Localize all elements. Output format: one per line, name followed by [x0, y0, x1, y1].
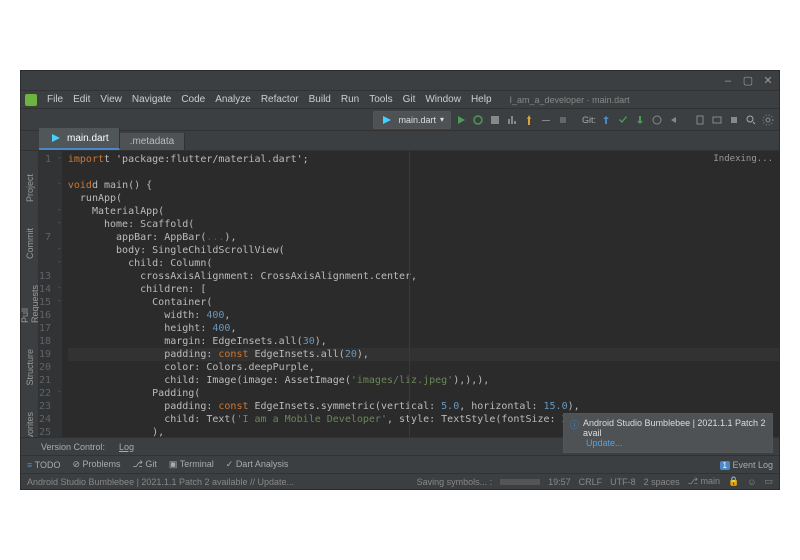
status-encoding[interactable]: UTF-8 — [610, 477, 636, 487]
tool-commit[interactable]: Commit — [24, 225, 36, 262]
menu-code[interactable]: Code — [177, 93, 209, 106]
tab-metadata[interactable]: .metadata — [120, 133, 185, 150]
status-indent[interactable]: 2 spaces — [644, 477, 680, 487]
status-saving: Saving symbols... : — [417, 477, 493, 487]
menu-view[interactable]: View — [96, 93, 126, 106]
status-branch[interactable]: ⎇ main — [688, 476, 720, 487]
debug-icon[interactable] — [471, 113, 485, 127]
vcs-tab[interactable]: Version Control: — [41, 442, 105, 452]
tool-structure[interactable]: Structure — [24, 346, 36, 389]
tool-pull-requests[interactable]: Pull Requests — [21, 282, 41, 326]
notification-title: Android Studio Bumblebee | 2021.1.1 Patc… — [583, 418, 766, 438]
tab-label: .metadata — [130, 136, 174, 147]
stop-icon[interactable] — [556, 113, 570, 127]
toolbar: main.dart ▾ Git: — [21, 109, 779, 131]
update-notification[interactable]: ⓘ Android Studio Bumblebee | 2021.1.1 Pa… — [563, 413, 773, 453]
bottom-tool-bar: ≡ TODO ⊘ Problems ⎇ Git ▣ Terminal ✓ Dar… — [21, 455, 779, 473]
vcs-commit-icon[interactable] — [616, 113, 630, 127]
minimize-icon[interactable]: – — [723, 76, 733, 86]
menu-tools[interactable]: Tools — [365, 93, 396, 106]
line-number-gutter: 1713141516171819202122232425 — [39, 151, 57, 437]
menu-refactor[interactable]: Refactor — [257, 93, 303, 106]
tool-terminal[interactable]: ▣ Terminal — [169, 459, 214, 470]
vcs-rollback-icon[interactable] — [667, 113, 681, 127]
lock-icon[interactable]: 🔒 — [728, 476, 739, 487]
status-line-sep[interactable]: CRLF — [579, 477, 603, 487]
profile-icon[interactable] — [505, 113, 519, 127]
status-message: Android Studio Bumblebee | 2021.1.1 Patc… — [27, 477, 294, 487]
dart-file-icon — [49, 131, 63, 145]
menubar: File Edit View Navigate Code Analyze Ref… — [21, 91, 779, 109]
tool-event-log[interactable]: 1 Event Log — [720, 460, 774, 470]
run-config-label: main.dart — [398, 115, 436, 125]
sdk-icon[interactable] — [710, 113, 724, 127]
menu-help[interactable]: Help — [467, 93, 496, 106]
vcs-update-icon[interactable] — [599, 113, 613, 127]
attach-icon[interactable] — [539, 113, 553, 127]
sync-icon[interactable] — [727, 113, 741, 127]
ide-window: { "menu": { "items": ["File","Edit","Vie… — [20, 70, 780, 490]
menu-build[interactable]: Build — [305, 93, 335, 106]
tool-favorites[interactable]: Favorites — [24, 409, 36, 437]
chevron-down-icon: ▾ — [440, 115, 444, 124]
menu-navigate[interactable]: Navigate — [128, 93, 175, 106]
tab-label: main.dart — [67, 133, 109, 144]
code-editor[interactable]: Indexing... 1713141516171819202122232425… — [39, 151, 779, 437]
breadcrumb: I_am_a_developer · main.dart — [506, 94, 634, 106]
close-icon[interactable]: ✕ — [763, 76, 773, 86]
menu-window[interactable]: Window — [421, 93, 465, 106]
search-icon[interactable] — [744, 113, 758, 127]
dart-icon — [380, 113, 394, 127]
maximize-icon[interactable]: ▢ — [743, 76, 753, 86]
tab-main-dart[interactable]: main.dart — [39, 128, 120, 150]
tool-problems[interactable]: ⊘ Problems — [72, 459, 120, 470]
menu-file[interactable]: File — [43, 93, 67, 106]
settings-icon[interactable] — [761, 113, 775, 127]
vcs-log-tab[interactable]: Log — [119, 442, 134, 452]
progress-bar — [500, 479, 540, 485]
app-logo-icon — [25, 94, 37, 106]
run-config-selector[interactable]: main.dart ▾ — [373, 111, 451, 129]
right-margin-line — [409, 151, 410, 437]
code-area[interactable]: importt 'package:flutter/material.dart';… — [62, 151, 779, 437]
tool-todo[interactable]: ≡ TODO — [27, 460, 60, 470]
tool-window-bar-left: Project Commit Pull Requests Structure F… — [21, 151, 39, 437]
status-bar: Android Studio Bumblebee | 2021.1.1 Patc… — [21, 473, 779, 489]
indexing-label: Indexing... — [713, 153, 773, 166]
git-label: Git: — [582, 115, 596, 125]
menu-edit[interactable]: Edit — [69, 93, 94, 106]
update-link[interactable]: Update... — [586, 438, 766, 448]
tool-project[interactable]: Project — [24, 171, 36, 205]
tool-dart-analysis[interactable]: ✓ Dart Analysis — [226, 459, 289, 470]
run-icon[interactable] — [454, 113, 468, 127]
vcs-history-icon[interactable] — [650, 113, 664, 127]
avd-icon[interactable] — [693, 113, 707, 127]
menu-git[interactable]: Git — [399, 93, 420, 106]
menu-analyze[interactable]: Analyze — [211, 93, 255, 106]
menu-run[interactable]: Run — [337, 93, 363, 106]
vcs-push-icon[interactable] — [633, 113, 647, 127]
status-caret-pos[interactable]: 19:57 — [548, 477, 571, 487]
tool-git[interactable]: ⎇ Git — [133, 459, 157, 470]
face-icon[interactable]: ☺ — [747, 477, 756, 487]
memory-icon[interactable]: ▭ — [764, 476, 773, 487]
titlebar: – ▢ ✕ — [21, 71, 779, 91]
info-icon: ⓘ — [570, 418, 579, 431]
editor-tabs: main.dart .metadata — [21, 131, 779, 151]
hot-reload-icon[interactable] — [522, 113, 536, 127]
coverage-icon[interactable] — [488, 113, 502, 127]
